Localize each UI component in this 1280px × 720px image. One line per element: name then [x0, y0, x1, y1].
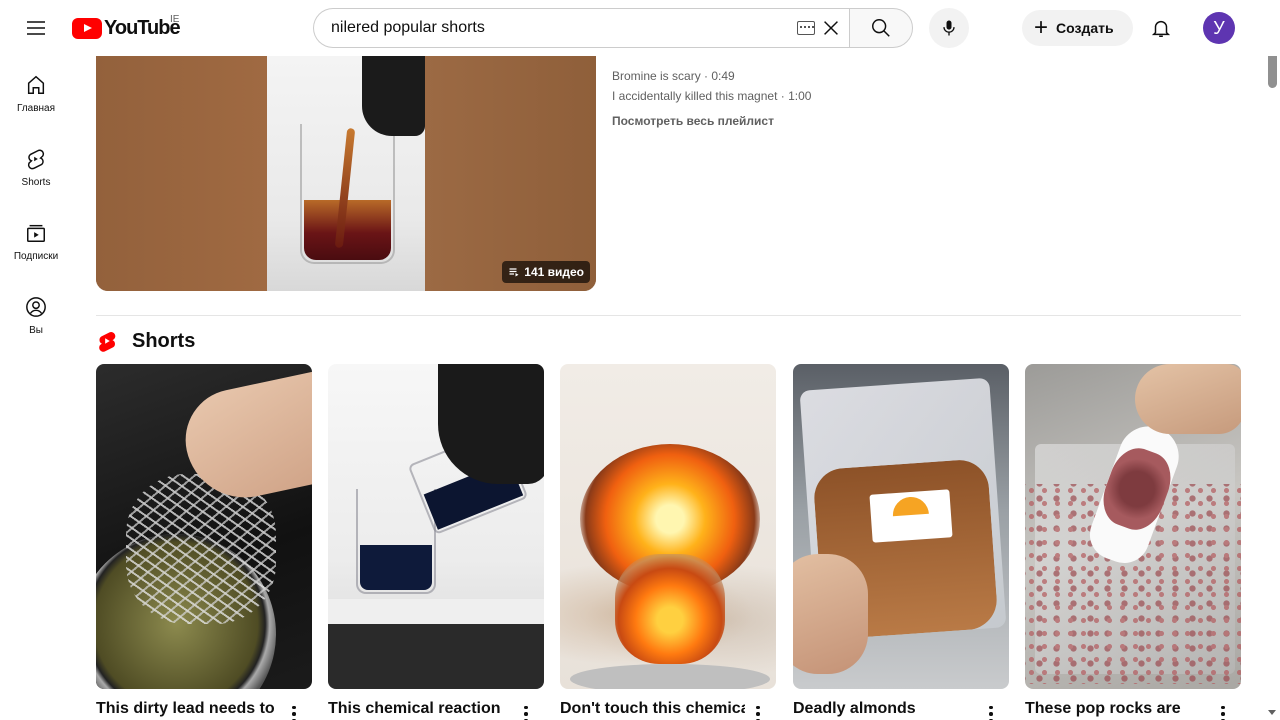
microphone-icon: [943, 20, 955, 36]
playlist-thumbnail-image: [267, 56, 425, 291]
flame-stem-image: [615, 554, 725, 664]
search-button[interactable]: [849, 8, 913, 48]
playlist-count-text: 141 видео: [524, 265, 584, 279]
playlist-video-item[interactable]: Bromine is scary · 0:49: [612, 66, 811, 86]
page-scrollbar[interactable]: [1265, 0, 1280, 720]
create-button[interactable]: + Создать: [1022, 10, 1133, 46]
short-item[interactable]: This chemical reaction: [328, 364, 544, 720]
section-divider: [96, 315, 1241, 316]
short-title[interactable]: Deadly almonds: [793, 698, 978, 720]
short-title[interactable]: Don't touch this chemical: [560, 698, 745, 720]
short-thumbnail[interactable]: [793, 364, 1009, 689]
shorts-logo-icon: [99, 332, 116, 352]
mini-guide: Главная Shorts Подписки Вы: [0, 56, 72, 352]
youtube-play-icon: [72, 17, 102, 39]
account-avatar[interactable]: У: [1203, 12, 1235, 44]
plus-icon: +: [1034, 14, 1049, 41]
search-input[interactable]: [331, 19, 771, 37]
shorts-section-title: Shorts: [132, 329, 196, 352]
playlist-thumbnail[interactable]: 141 видео: [96, 56, 596, 291]
more-options-icon[interactable]: [1213, 702, 1233, 720]
scroll-down-arrow-icon[interactable]: [1268, 710, 1276, 715]
view-full-playlist-link[interactable]: Посмотреть весь плейлист: [612, 114, 774, 128]
masthead: YouTube IE + Создать У: [0, 0, 1280, 56]
guide-menu-button[interactable]: [16, 8, 56, 48]
logo-text: YouTube: [104, 16, 181, 39]
sidebar-item-subscriptions[interactable]: Подписки: [4, 204, 68, 278]
short-thumbnail[interactable]: [1025, 364, 1241, 689]
notifications-button[interactable]: [1141, 8, 1181, 48]
clear-search-icon[interactable]: [820, 17, 842, 39]
keyboard-icon[interactable]: [797, 21, 815, 35]
home-icon: [27, 75, 45, 94]
more-options-icon[interactable]: [516, 702, 536, 720]
search-icon: [872, 19, 890, 37]
beaker-liquid: [304, 200, 391, 260]
voice-search-button[interactable]: [929, 8, 969, 48]
short-thumbnail[interactable]: [328, 364, 544, 689]
short-item[interactable]: Don't touch this chemical: [560, 364, 776, 720]
playlist-video-list: Bromine is scary · 0:49 I accidentally k…: [612, 66, 811, 106]
sidebar-item-label: Главная: [16, 103, 56, 114]
more-options-icon[interactable]: [981, 702, 1001, 720]
more-options-icon[interactable]: [284, 702, 304, 720]
shorts-section-header: Shorts: [96, 328, 195, 354]
short-title[interactable]: This chemical reaction: [328, 698, 513, 720]
sidebar-item-shorts[interactable]: Shorts: [4, 130, 68, 204]
search-box: [313, 8, 850, 48]
youtube-logo[interactable]: YouTube: [72, 16, 181, 40]
stirrer-image: [328, 599, 544, 689]
more-options-icon[interactable]: [748, 702, 768, 720]
sidebar-item-home[interactable]: Главная: [4, 56, 68, 130]
shorts-shelf: This dirty lead needs to This chemical r…: [96, 364, 1241, 720]
subscriptions-icon: [27, 224, 45, 242]
create-label: Создать: [1056, 20, 1114, 36]
country-code: IE: [170, 14, 180, 25]
sidebar-item-you[interactable]: Вы: [4, 278, 68, 352]
gloved-hand-image: [362, 56, 425, 136]
bell-icon: [1151, 20, 1171, 37]
sidebar-item-label: Shorts: [21, 177, 51, 188]
hotplate-image: [570, 664, 770, 689]
sidebar-item-label: Вы: [29, 325, 43, 336]
hamburger-icon: [27, 21, 45, 35]
short-item[interactable]: Deadly almonds: [793, 364, 1009, 720]
short-item[interactable]: This dirty lead needs to: [96, 364, 312, 720]
short-title[interactable]: These pop rocks are: [1025, 698, 1210, 720]
short-item[interactable]: These pop rocks are: [1025, 364, 1241, 720]
hand-image: [793, 554, 868, 674]
short-title[interactable]: This dirty lead needs to: [96, 698, 281, 720]
shorts-icon: [27, 149, 45, 170]
short-thumbnail[interactable]: [96, 364, 312, 689]
bag-label-image: [869, 489, 953, 543]
playlist-count-badge: 141 видео: [502, 261, 590, 283]
playlist-video-item[interactable]: I accidentally killed this magnet · 1:00: [612, 86, 811, 106]
sidebar-item-label: Подписки: [13, 251, 59, 262]
fingers-image: [1135, 364, 1241, 434]
beaker-liquid: [360, 545, 432, 590]
you-icon: [26, 297, 46, 317]
short-thumbnail[interactable]: [560, 364, 776, 689]
playlist-icon: [509, 268, 519, 277]
